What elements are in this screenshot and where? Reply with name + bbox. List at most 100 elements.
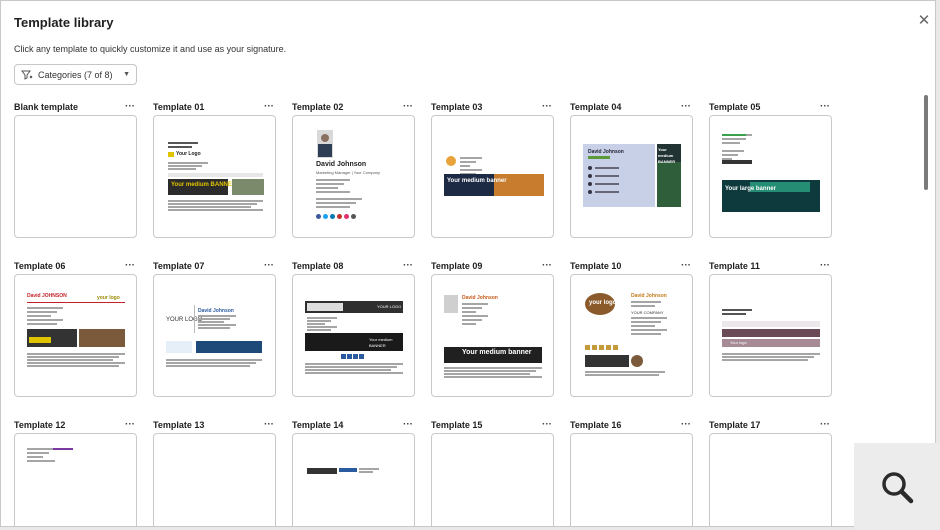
template-preview[interactable]: David JOHNSON your logo <box>14 274 137 397</box>
more-options-icon[interactable]: ··· <box>540 260 554 270</box>
search-button[interactable] <box>854 443 940 530</box>
preview-text-line <box>631 333 661 335</box>
more-options-icon[interactable]: ··· <box>540 419 554 429</box>
more-options-icon[interactable]: ··· <box>123 101 137 111</box>
template-preview[interactable]: YOUR LOGO David Johnson <box>153 274 276 397</box>
chevron-down-icon: ▼ <box>123 71 130 78</box>
more-options-icon[interactable]: ··· <box>401 101 415 111</box>
template-card-header: Template 03 ··· <box>431 98 554 115</box>
more-options-icon[interactable]: ··· <box>818 260 832 270</box>
preview-text-line <box>462 323 476 325</box>
more-options-icon[interactable]: ··· <box>818 419 832 429</box>
preview-text-line <box>305 363 403 365</box>
contact-icon <box>588 182 592 186</box>
more-options-icon[interactable]: ··· <box>679 101 693 111</box>
preview-text-line <box>166 365 250 367</box>
preview-text-line <box>462 311 476 313</box>
template-preview[interactable] <box>292 433 415 526</box>
more-options-icon[interactable]: ··· <box>262 419 276 429</box>
more-options-icon[interactable]: ··· <box>123 419 137 429</box>
template-grid-scroll-area[interactable]: Blank template ··· Template 01 ··· Your Logo… <box>1 93 921 526</box>
more-options-icon[interactable]: ··· <box>679 419 693 429</box>
preview-text-line <box>722 309 752 311</box>
template-preview[interactable]: David Johnson Marketing Manager | Your Co… <box>292 115 415 238</box>
preview-text-line <box>585 374 659 376</box>
badge-shape <box>631 355 643 367</box>
preview-text-line <box>168 165 202 167</box>
template-name: Template 07 <box>153 260 205 271</box>
preview-text: YOUR LOGO <box>377 304 402 309</box>
template-preview[interactable] <box>14 115 137 238</box>
scrollbar-thumb[interactable] <box>924 95 928 190</box>
preview-text-line <box>168 168 196 170</box>
template-card-header: Template 14 ··· <box>292 416 415 433</box>
preview-text-line <box>168 162 208 164</box>
template-preview[interactable]: your logo David Johnson YOUR COMPANY <box>570 274 693 397</box>
preview-text-line <box>316 183 344 185</box>
template-preview[interactable]: Your large banner <box>709 115 832 238</box>
preview-text-line <box>631 317 667 319</box>
template-preview[interactable]: YOUR LOGO Your medium BANNER <box>292 274 415 397</box>
preview-text-line <box>462 303 488 305</box>
more-options-icon[interactable]: ··· <box>401 419 415 429</box>
template-preview[interactable] <box>709 433 832 526</box>
preview-text-line <box>722 150 744 152</box>
preview-text-line <box>444 367 542 369</box>
more-options-icon[interactable]: ··· <box>540 101 554 111</box>
template-card-header: Template 02 ··· <box>292 98 415 115</box>
social-icon <box>585 345 590 350</box>
template-preview[interactable]: David Johnson Your medium banner <box>431 274 554 397</box>
template-preview[interactable]: Your Logo Your medium BANNER <box>153 115 276 238</box>
more-options-icon[interactable]: ··· <box>262 101 276 111</box>
template-preview[interactable]: Your medium banner <box>431 115 554 238</box>
preview-text-line <box>27 359 113 361</box>
banner-photo <box>79 329 125 347</box>
preview-text-line <box>198 324 236 326</box>
preview-text: YOUR COMPANY <box>631 310 664 315</box>
avatar-photo <box>444 295 458 313</box>
close-icon[interactable]: ✕ <box>916 13 932 29</box>
template-name: Template 01 <box>153 101 205 112</box>
preview-text-line <box>316 206 350 208</box>
preview-text: YOUR LOGO <box>166 317 203 323</box>
preview-text-line <box>307 317 337 319</box>
social-icon <box>359 354 364 359</box>
logo-shape <box>446 156 456 166</box>
preview-text: Your Logo <box>176 151 201 157</box>
template-card-header: Template 15 ··· <box>431 416 554 433</box>
template-preview[interactable] <box>570 433 693 526</box>
more-options-icon[interactable]: ··· <box>818 101 832 111</box>
template-card-header: Template 09 ··· <box>431 257 554 274</box>
info-band <box>722 321 820 327</box>
divider <box>27 302 125 303</box>
template-name: Template 15 <box>431 419 483 430</box>
template-name: Blank template <box>14 101 79 112</box>
template-preview[interactable]: Your logo <box>709 274 832 397</box>
preview-bar <box>588 156 610 159</box>
avatar-body <box>318 144 332 157</box>
preview-text-line <box>631 329 667 331</box>
preview-text-line <box>305 372 403 374</box>
preview-text-line <box>27 452 49 454</box>
preview-text-line <box>307 320 331 322</box>
preview-text-line <box>444 370 536 372</box>
template-card-header: Template 01 ··· <box>153 98 276 115</box>
categories-filter-dropdown[interactable]: Categories (7 of 8) ▼ <box>14 64 137 85</box>
more-options-icon[interactable]: ··· <box>123 260 137 270</box>
template-preview[interactable] <box>431 433 554 526</box>
preview-text-line <box>595 175 619 177</box>
template-preview[interactable] <box>153 433 276 526</box>
preview-text-line <box>198 318 230 320</box>
search-icon <box>882 471 914 503</box>
more-options-icon[interactable]: ··· <box>679 260 693 270</box>
more-options-icon[interactable]: ··· <box>401 260 415 270</box>
template-preview[interactable]: David Johnson Your medium BANNER <box>570 115 693 238</box>
preview-text-line <box>27 456 43 458</box>
template-name: Template 14 <box>292 419 344 430</box>
name-line <box>722 134 746 136</box>
template-card-header: Template 11 ··· <box>709 257 832 274</box>
more-options-icon[interactable]: ··· <box>262 260 276 270</box>
template-preview[interactable] <box>14 433 137 526</box>
social-icon <box>606 345 611 350</box>
template-name: Template 17 <box>709 419 761 430</box>
